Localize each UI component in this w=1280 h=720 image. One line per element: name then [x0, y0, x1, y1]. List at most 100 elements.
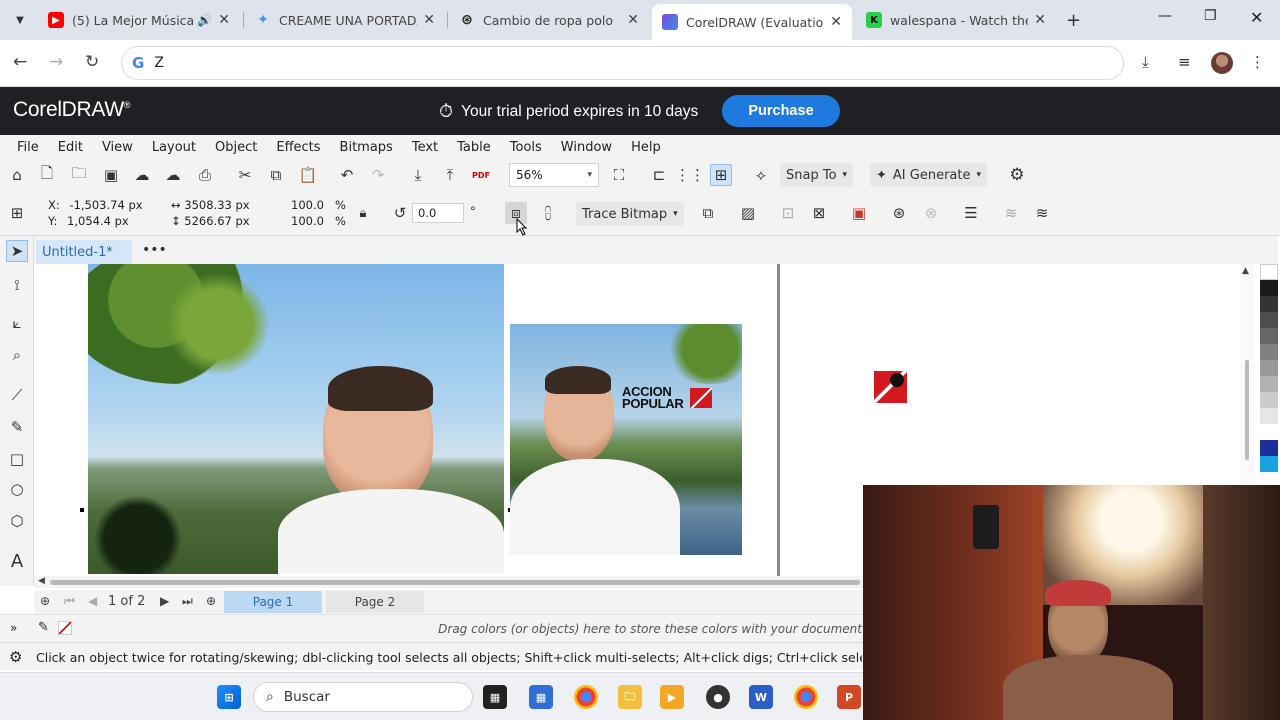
prev-page-icon[interactable]: ◀	[88, 594, 97, 608]
tab-chatgpt[interactable]: ⊛ Cambio de ropa polo ✕	[449, 6, 649, 34]
swatch-gray-30[interactable]	[1260, 376, 1278, 392]
menu-layout[interactable]: Layout	[152, 140, 196, 155]
forward-icon[interactable]: →	[49, 52, 63, 72]
snap-magnet-icon[interactable]: ⟡	[750, 164, 772, 186]
guidelines-icon[interactable]: ⊞	[710, 164, 732, 186]
menu-edit[interactable]: Edit	[58, 140, 83, 155]
eyedropper-icon[interactable]: ✎	[38, 620, 49, 635]
paste-icon[interactable]: 📋	[297, 164, 319, 186]
purchase-button[interactable]: Purchase	[722, 95, 840, 127]
rulers-icon[interactable]: ⊏	[648, 164, 670, 186]
bitmap-effects-icon[interactable]: ⧉	[697, 202, 719, 224]
reload-icon[interactable]: ↻	[85, 52, 99, 72]
open-folder-icon[interactable]: 🗀	[68, 164, 90, 186]
shape-tool-icon[interactable]: ⟟	[6, 274, 28, 296]
close-window-icon[interactable]: ✕	[1250, 8, 1263, 27]
first-page-icon[interactable]: ⏮	[64, 594, 75, 609]
close-icon[interactable]: ✕	[627, 12, 639, 28]
more-options-icon[interactable]: •••	[142, 242, 167, 258]
next-page-icon[interactable]: ▶	[160, 594, 169, 608]
close-icon[interactable]: ✕	[423, 12, 435, 28]
powerpoint-icon[interactable]: P	[837, 685, 861, 709]
grid-icon[interactable]: ⋮⋮	[675, 164, 705, 186]
swatch-black[interactable]	[1260, 280, 1278, 296]
close-icon[interactable]: ✕	[218, 12, 230, 28]
no-color-swatch[interactable]	[58, 621, 72, 635]
scroll-left-icon[interactable]: ◀	[38, 576, 45, 586]
tab-search-dropdown[interactable]: ▼	[8, 8, 32, 32]
zoom-combo[interactable]: 56% ▾	[509, 163, 599, 187]
crop-tool-icon[interactable]: ⟀	[6, 312, 28, 334]
new-document-icon[interactable]: 🗋	[36, 164, 58, 186]
menu-tools[interactable]: Tools	[510, 140, 542, 155]
tab-coreldraw[interactable]: CorelDRAW (Evaluation V ✕	[652, 4, 852, 40]
menu-file[interactable]: File	[17, 140, 39, 155]
tab-youtube[interactable]: ▶ (5) La Mejor Música C 🔊 ✕	[38, 6, 240, 34]
lock-ratio-icon[interactable]: 🔒︎	[352, 202, 374, 224]
add-page-after-icon[interactable]: ⊕	[206, 594, 216, 608]
crop-bitmap-icon[interactable]: ⊡	[777, 202, 799, 224]
snap-to-dropdown[interactable]: Snap To ▾	[780, 163, 854, 187]
scroll-thumb[interactable]	[1245, 360, 1249, 460]
resample-icon[interactable]: ⊠	[808, 202, 830, 224]
home-icon[interactable]: ⌂	[6, 164, 28, 186]
swatch-gray-80[interactable]	[1260, 296, 1278, 312]
remove-effects-icon[interactable]: ⊗	[920, 202, 942, 224]
object-origin-icon[interactable]: ⊞	[6, 202, 28, 224]
horizontal-scrollbar[interactable]: ◀	[34, 576, 864, 588]
undo-icon[interactable]: ↶	[336, 164, 358, 186]
tab-gemini[interactable]: ✦ CREAME UNA PORTADA ✕	[245, 6, 445, 34]
swatch-gray-70[interactable]	[1260, 312, 1278, 328]
zoom-tool-icon[interactable]: ⌕	[6, 344, 28, 366]
media-control-icon[interactable]: ≡	[1178, 53, 1191, 71]
menu-object[interactable]: Object	[215, 140, 257, 155]
height-field[interactable]: 5266.67 px	[184, 214, 249, 228]
layers-icon[interactable]: ≋	[1000, 202, 1022, 224]
windows-start-icon[interactable]: ⊞	[217, 685, 241, 709]
swatch-gray-60[interactable]	[1260, 328, 1278, 344]
swatch-gray-50[interactable]	[1260, 344, 1278, 360]
menu-help[interactable]: Help	[631, 140, 661, 155]
swatch-gray-20[interactable]	[1260, 392, 1278, 408]
scroll-thumb[interactable]	[50, 580, 860, 585]
palette-edit-icon[interactable]	[1260, 236, 1278, 264]
profile-avatar[interactable]	[1211, 52, 1233, 74]
cut-icon[interactable]: ✂	[234, 164, 256, 186]
cloud-upload-icon[interactable]: ☁	[162, 164, 184, 186]
edit-bitmap-icon[interactable]: ▨	[737, 202, 759, 224]
restore-icon[interactable]: ❐	[1204, 8, 1217, 24]
menu-effects[interactable]: Effects	[276, 140, 320, 155]
davinci-icon[interactable]: ●	[706, 685, 730, 709]
artistic-media-icon[interactable]: ✎	[6, 416, 28, 438]
swatch-white[interactable]	[1260, 264, 1278, 280]
redo-icon[interactable]: ↷	[367, 164, 389, 186]
close-icon[interactable]: ✕	[830, 14, 842, 30]
word-icon[interactable]: W	[749, 685, 773, 709]
party-emblem-object[interactable]	[874, 371, 907, 403]
scale-x-field[interactable]: 100.0	[291, 197, 335, 213]
ellipse-tool-icon[interactable]: ○	[6, 478, 28, 500]
file-explorer-icon[interactable]: 🗀	[618, 685, 642, 709]
expand-icon[interactable]: »	[10, 621, 17, 635]
menu-view[interactable]: View	[102, 140, 133, 155]
rotate-icon[interactable]: ↺	[389, 202, 411, 224]
close-icon[interactable]: ✕	[1034, 12, 1046, 28]
pdf-icon[interactable]: PDF	[470, 164, 492, 186]
doc-tab-untitled[interactable]: Untitled-1*	[36, 240, 132, 264]
width-field[interactable]: 3508.33 px	[184, 198, 249, 212]
page-tab-1[interactable]: Page 1	[224, 591, 322, 613]
store-icon[interactable]: ▦	[529, 685, 553, 709]
menu-table[interactable]: Table	[457, 140, 491, 155]
cloud-save-icon[interactable]: ☁	[131, 164, 153, 186]
swatch-gray-40[interactable]	[1260, 360, 1278, 376]
minimize-icon[interactable]: —	[1158, 8, 1172, 24]
freehand-tool-icon[interactable]: ⟋	[6, 384, 28, 406]
menu-text[interactable]: Text	[412, 140, 438, 155]
settings-gear-icon[interactable]: ⚙	[1006, 164, 1028, 186]
portrait-image-small[interactable]: ACCION POPULAR	[510, 324, 742, 555]
copy-icon[interactable]: ⧉	[265, 164, 287, 186]
address-bar[interactable]: G Z	[121, 46, 1124, 80]
ai-generate-dropdown[interactable]: ✦ AI Generate ▾	[870, 163, 988, 187]
add-page-before-icon[interactable]: ⊕	[40, 594, 50, 608]
save-icon[interactable]: ▣	[100, 164, 122, 186]
